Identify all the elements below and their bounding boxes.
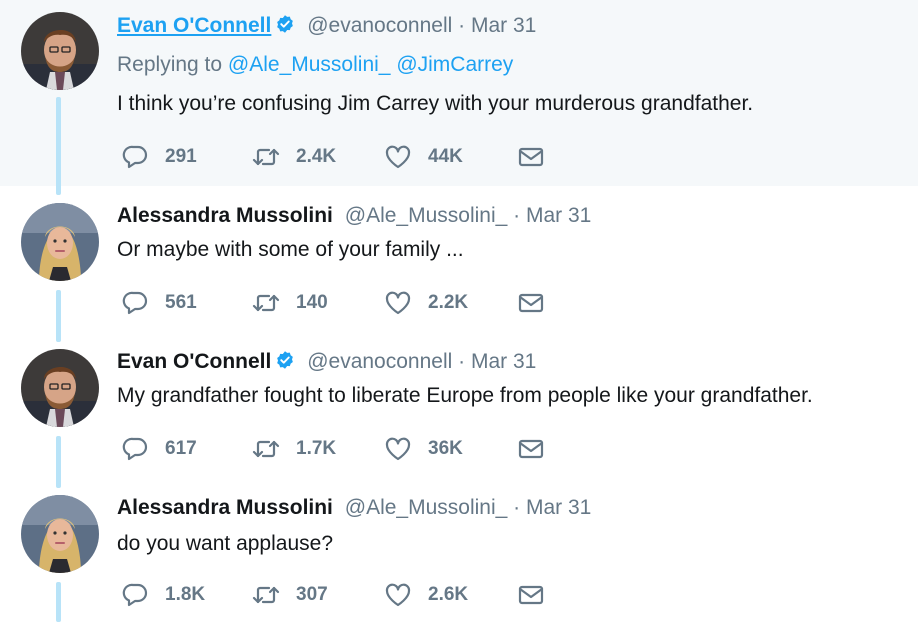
reply-count: 561: [165, 292, 197, 313]
avatar[interactable]: [21, 495, 99, 573]
direct-message-button[interactable]: [517, 289, 545, 317]
reply-button[interactable]: 561: [121, 289, 197, 317]
author-name[interactable]: Alessandra Mussolini: [117, 204, 333, 227]
avatar[interactable]: [21, 203, 99, 281]
like-button[interactable]: 44K: [384, 143, 463, 171]
tweet-date[interactable]: Mar 31: [526, 204, 591, 227]
avatar[interactable]: [21, 349, 99, 427]
like-icon: [384, 143, 412, 171]
retweet-icon: [252, 143, 280, 171]
mention-link[interactable]: @Ale_Mussolini_: [228, 53, 391, 76]
like-button[interactable]: 2.6K: [384, 581, 468, 609]
like-count: 44K: [428, 146, 463, 167]
like-icon: [384, 289, 412, 317]
tweet-1[interactable]: Evan O'Connell @evanoconnell · Mar 31 Re…: [0, 0, 918, 195]
direct-message-button[interactable]: [517, 435, 545, 463]
author-name[interactable]: Evan O'Connell: [117, 350, 271, 373]
direct-message-icon: [517, 435, 545, 463]
direct-message-icon: [517, 143, 545, 171]
author-handle[interactable]: @evanoconnell: [307, 14, 452, 37]
direct-message-icon: [517, 581, 545, 609]
tweet-header: Evan O'Connell @evanoconnell · Mar 31: [117, 349, 536, 375]
direct-message-button[interactable]: [517, 581, 545, 609]
tweet-date[interactable]: Mar 31: [526, 496, 591, 519]
direct-message-button[interactable]: [517, 143, 545, 171]
tweet-text: do you want applause?: [117, 532, 333, 555]
retweet-count: 1.7K: [296, 438, 337, 459]
avatar[interactable]: [21, 12, 99, 90]
reply-button[interactable]: 291: [121, 143, 197, 171]
retweet-count: 140: [296, 292, 328, 313]
like-icon: [384, 581, 412, 609]
tweet-date[interactable]: Mar 31: [471, 14, 536, 37]
reply-icon: [121, 143, 149, 171]
separator: ·: [513, 204, 521, 227]
author-name[interactable]: Alessandra Mussolini: [117, 496, 333, 519]
thread-line: [56, 97, 61, 195]
like-count: 36K: [428, 438, 463, 459]
separator: ·: [458, 14, 466, 37]
retweet-button[interactable]: 1.7K: [252, 435, 336, 463]
tweet-header: Evan O'Connell @evanoconnell · Mar 31: [117, 13, 536, 39]
author-handle[interactable]: @evanoconnell: [307, 350, 452, 373]
reply-icon: [121, 435, 149, 463]
reply-count: 617: [165, 438, 197, 459]
like-button[interactable]: 2.2K: [384, 289, 468, 317]
retweet-icon: [252, 289, 280, 317]
replying-to: Replying to @Ale_Mussolini_ @JimCarrey: [117, 53, 513, 77]
reply-count: 291: [165, 146, 197, 167]
author-handle[interactable]: @Ale_Mussolini_: [345, 496, 508, 519]
reply-count: 1.8K: [165, 584, 206, 605]
reply-button[interactable]: 617: [121, 435, 197, 463]
tweet-header: Alessandra Mussolini @Ale_Mussolini_ · M…: [117, 495, 591, 521]
separator: ·: [513, 496, 521, 519]
like-count: 2.2K: [428, 292, 469, 313]
verified-badge-icon: [275, 14, 295, 34]
tweet-text: My grandfather fought to liberate Europe…: [117, 384, 813, 407]
like-count: 2.6K: [428, 584, 469, 605]
tweet-header: Alessandra Mussolini @Ale_Mussolini_ · M…: [117, 203, 591, 229]
verified-badge-icon: [275, 350, 295, 370]
author-name[interactable]: Evan O'Connell: [117, 14, 271, 37]
retweet-button[interactable]: 2.4K: [252, 143, 336, 171]
thread-line: [56, 582, 61, 622]
retweet-icon: [252, 581, 280, 609]
direct-message-icon: [517, 289, 545, 317]
retweet-button[interactable]: 140: [252, 289, 328, 317]
mention-link[interactable]: @JimCarrey: [396, 53, 513, 76]
reply-icon: [121, 581, 149, 609]
reply-button[interactable]: 1.8K: [121, 581, 205, 609]
tweet-4[interactable]: Alessandra Mussolini @Ale_Mussolini_ · M…: [0, 478, 918, 622]
retweet-icon: [252, 435, 280, 463]
tweet-3[interactable]: Evan O'Connell @evanoconnell · Mar 31 My…: [0, 332, 918, 488]
retweet-button[interactable]: 307: [252, 581, 328, 609]
author-handle[interactable]: @Ale_Mussolini_: [345, 204, 508, 227]
reply-icon: [121, 289, 149, 317]
tweet-text: I think you’re confusing Jim Carrey with…: [117, 92, 754, 115]
retweet-count: 307: [296, 584, 328, 605]
like-button[interactable]: 36K: [384, 435, 463, 463]
tweet-date[interactable]: Mar 31: [471, 350, 536, 373]
tweet-2[interactable]: Alessandra Mussolini @Ale_Mussolini_ · M…: [0, 186, 918, 342]
retweet-count: 2.4K: [296, 146, 337, 167]
separator: ·: [458, 350, 466, 373]
tweet-text: Or maybe with some of your family ...: [117, 238, 464, 261]
replying-label: Replying to: [117, 53, 223, 76]
like-icon: [384, 435, 412, 463]
